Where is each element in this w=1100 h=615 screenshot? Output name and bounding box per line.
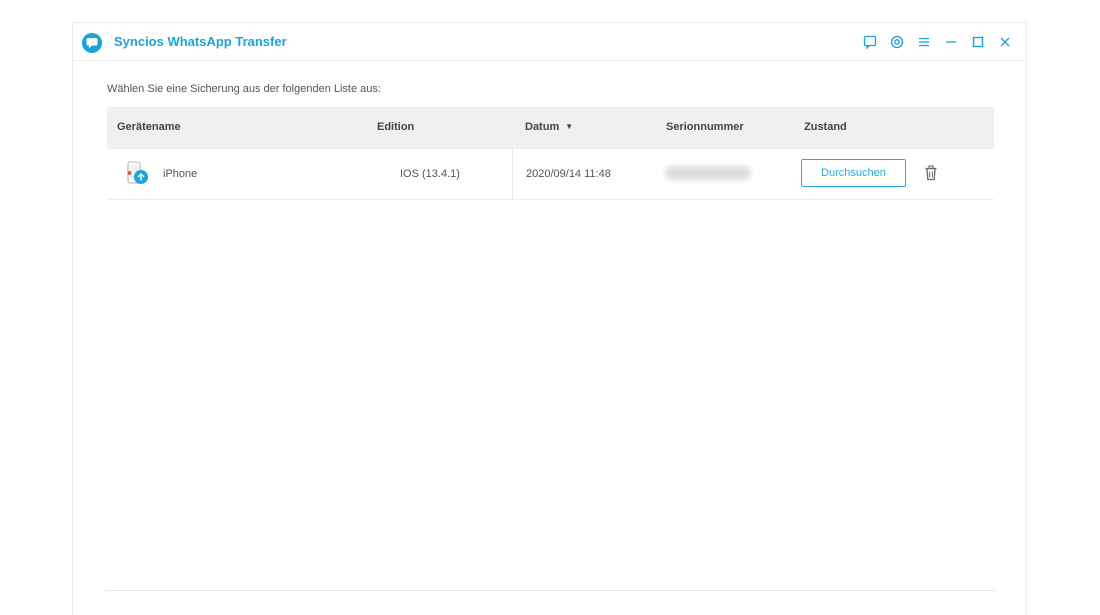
backup-date: 2020/09/14 11:48 — [526, 168, 611, 180]
serial-number-blurred — [665, 166, 751, 180]
table-header: Gerätename Edition Datum ▼ Serionnummer Z… — [107, 107, 994, 149]
column-divider — [512, 149, 513, 199]
close-icon[interactable] — [996, 33, 1014, 51]
window-controls — [852, 33, 1014, 51]
app-window: Syncios WhatsApp Transfer Wählen Sie ein… — [72, 22, 1027, 615]
maximize-icon[interactable] — [969, 33, 987, 51]
footer-divider — [105, 590, 995, 591]
settings-icon[interactable] — [888, 33, 906, 51]
backup-selection-prompt: Wählen Sie eine Sicherung aus der folgen… — [107, 83, 381, 95]
trash-icon[interactable] — [924, 165, 938, 181]
column-header-device-name[interactable]: Gerätename — [117, 121, 181, 133]
column-header-edition[interactable]: Edition — [377, 121, 414, 133]
browse-button[interactable]: Durchsuchen — [801, 159, 906, 187]
title-bar: Syncios WhatsApp Transfer — [73, 23, 1026, 61]
backup-table: Gerätename Edition Datum ▼ Serionnummer Z… — [107, 107, 994, 200]
column-header-date[interactable]: Datum ▼ — [525, 121, 573, 133]
device-edition: IOS (13.4.1) — [400, 168, 460, 180]
device-name: iPhone — [163, 168, 198, 180]
menu-icon[interactable] — [915, 33, 933, 51]
app-title: Syncios WhatsApp Transfer — [114, 34, 287, 49]
feedback-icon[interactable] — [861, 33, 879, 51]
table-row[interactable]: iPhone IOS (13.4.1) 2020/09/14 11:48 Dur… — [107, 149, 994, 200]
syncios-logo-icon — [82, 33, 102, 53]
sort-descending-icon: ▼ — [565, 122, 574, 131]
column-header-serial-number[interactable]: Serionnummer — [666, 121, 744, 133]
column-header-date-label: Datum — [525, 121, 560, 133]
column-header-status[interactable]: Zustand — [804, 121, 847, 133]
iphone-device-icon — [127, 161, 148, 184]
minimize-icon[interactable] — [942, 33, 960, 51]
